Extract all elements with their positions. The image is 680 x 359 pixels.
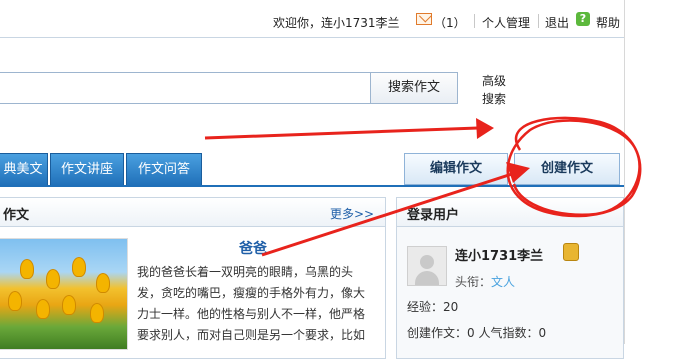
avatar[interactable] (407, 246, 447, 286)
user-rank: 头衔：文人 (455, 273, 515, 290)
more-link[interactable]: 更多>> (330, 205, 374, 222)
top-bar: 欢迎你，连小1731李兰 （1） 个人管理 退出 ? 帮助 (0, 0, 680, 344)
tab-strip-line (0, 185, 624, 187)
welcome-text: 欢迎你，连小1731李兰 (273, 16, 400, 30)
tulip-decoration (46, 269, 60, 289)
medal-icon (563, 243, 579, 261)
tulip-decoration (36, 299, 50, 319)
right-edge-line (624, 0, 625, 344)
tulip-decoration (72, 257, 86, 277)
logout-link[interactable]: 退出 (545, 14, 569, 31)
create-essay-button[interactable]: 创建作文 (514, 153, 620, 185)
tulip-decoration (20, 259, 34, 279)
help-icon[interactable]: ? (576, 12, 590, 26)
rank-value[interactable]: 文人 (491, 275, 515, 289)
user-experience: 经验：20 (407, 300, 459, 314)
user-name[interactable]: 连小1731李兰 (455, 245, 543, 264)
logged-in-user-panel: 登录用户 连小1731李兰 头衔：文人 经验：20 创建作文：0 人气指数：0 (396, 197, 624, 359)
edit-essay-button[interactable]: 编辑作文 (404, 153, 508, 185)
search-button[interactable]: 搜索作文 (370, 72, 458, 104)
article-title[interactable]: 爸爸 (239, 238, 267, 258)
panel-title: 登录用户 (407, 208, 460, 223)
help-link[interactable]: 帮助 (596, 14, 620, 31)
divider (474, 14, 475, 28)
panel-header: 作文 更多>> (0, 198, 385, 227)
article-excerpt: 我的爸爸长着一双明亮的眼睛，乌黑的头发，贪吃的嘴巴，瘦瘦的手格外有力，像大力士一… (137, 265, 366, 342)
annotation-arrowhead (476, 118, 494, 139)
mail-count[interactable]: （1） (434, 14, 466, 31)
tulip-decoration (8, 291, 22, 311)
personal-manage-link[interactable]: 个人管理 (482, 14, 530, 31)
annotation-arrow (204, 126, 479, 140)
user-stats: 创建作文：0 人气指数：0 (407, 326, 547, 340)
mail-icon[interactable] (416, 13, 432, 25)
advanced-search-link[interactable]: 高级搜索 (482, 72, 510, 108)
search-input[interactable] (0, 72, 372, 104)
tulip-decoration (96, 273, 110, 293)
header-divider (0, 37, 624, 38)
tulip-decoration (90, 303, 104, 323)
tulip-decoration (62, 295, 76, 315)
essay-panel: 作文 更多>> 爸爸 我的爸爸长着一双明亮的眼睛，乌黑的头发，贪吃的嘴巴，瘦瘦的… (0, 197, 386, 359)
rank-label: 头衔： (455, 275, 492, 289)
tab-essay-lectures[interactable]: 作文讲座 (50, 153, 124, 187)
divider (538, 14, 539, 28)
tab-essay-qa[interactable]: 作文问答 (126, 153, 202, 187)
tab-classic-essays[interactable]: 典美文 (0, 153, 48, 187)
panel-title: 作文 (3, 208, 30, 223)
article-image[interactable] (0, 238, 128, 350)
panel-header: 登录用户 (397, 198, 623, 227)
